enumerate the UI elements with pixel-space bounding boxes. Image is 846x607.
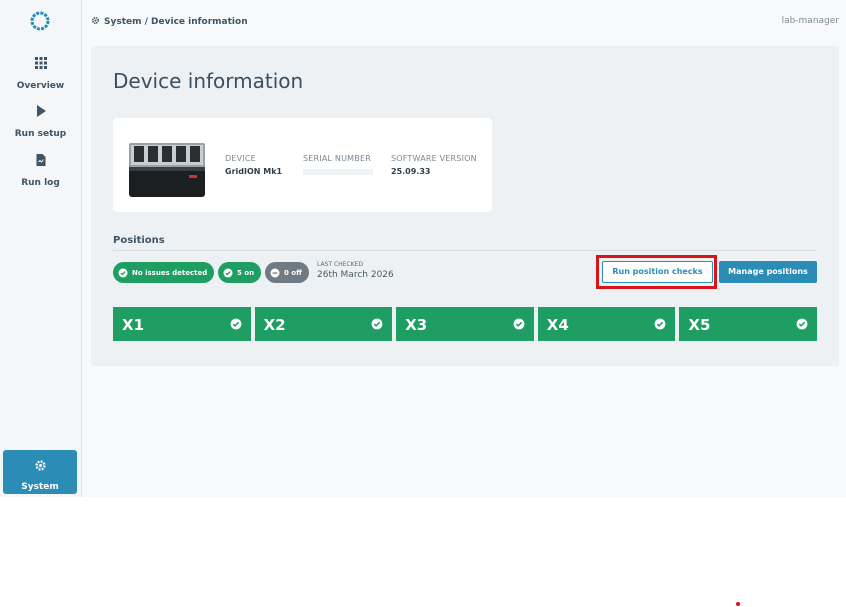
serial-value bbox=[303, 169, 373, 175]
sidebar-item-run-setup[interactable]: Run setup bbox=[0, 104, 81, 140]
sidebar-item-label: Run log bbox=[21, 178, 60, 188]
breadcrumb: System / Device information bbox=[91, 16, 248, 27]
position-tile-x4[interactable]: X4 bbox=[537, 307, 676, 341]
position-name: X3 bbox=[405, 316, 428, 334]
grid-icon bbox=[34, 57, 47, 69]
software-label: SOFTWARE VERSION bbox=[391, 154, 477, 163]
top-bar: System / Device information lab-manager bbox=[82, 0, 846, 44]
position-name: X5 bbox=[688, 316, 711, 334]
document-icon bbox=[36, 154, 45, 166]
device-card: DEVICE GridION Mk1 SERIAL NUMBER SOFTWAR… bbox=[113, 118, 492, 212]
main-content: Device information DEVICE GridION Mk1 SE… bbox=[91, 46, 839, 366]
logo-icon bbox=[30, 11, 50, 31]
position-name: X1 bbox=[122, 316, 145, 334]
check-circle-icon bbox=[513, 318, 525, 330]
minus-circle-icon bbox=[270, 268, 280, 277]
sidebar-item-label: System bbox=[21, 482, 59, 492]
divider bbox=[113, 250, 816, 251]
software-value: 25.09.33 bbox=[391, 167, 431, 176]
check-circle-icon bbox=[796, 318, 808, 330]
status-badge-label: 5 on bbox=[237, 268, 255, 277]
position-tile-x1[interactable]: X1 bbox=[113, 307, 251, 341]
check-circle-icon bbox=[371, 318, 383, 330]
sidebar-item-overview[interactable]: Overview bbox=[0, 56, 81, 92]
play-icon bbox=[36, 105, 46, 117]
app-window: Overview Run setup Run log System System… bbox=[0, 0, 846, 497]
serial-label: SERIAL NUMBER bbox=[303, 154, 371, 163]
last-checked-label: LAST CHECKED bbox=[317, 261, 363, 268]
page-title: Device information bbox=[113, 69, 304, 93]
status-badge-label: No issues detected bbox=[132, 268, 208, 277]
sidebar-item-run-log[interactable]: Run log bbox=[0, 153, 81, 189]
sidebar-item-system[interactable]: System bbox=[3, 450, 77, 494]
position-name: X4 bbox=[546, 316, 569, 334]
device-value: GridION Mk1 bbox=[225, 167, 283, 176]
last-checked: LAST CHECKED 26th March 2026 bbox=[317, 261, 394, 280]
manage-positions-button[interactable]: Manage positions bbox=[719, 261, 817, 283]
positions-title: Positions bbox=[113, 235, 165, 246]
last-checked-value: 26th March 2026 bbox=[317, 270, 394, 280]
device-image bbox=[129, 143, 205, 197]
check-circle-icon bbox=[230, 318, 241, 330]
sidebar-item-label: Overview bbox=[16, 81, 65, 91]
position-tile-x3[interactable]: X3 bbox=[396, 307, 534, 341]
positions-row: X1 X2 X3 X4 X5 bbox=[113, 307, 817, 341]
sidebar-item-label: Run setup bbox=[14, 129, 67, 139]
device-label: DEVICE bbox=[225, 154, 256, 163]
check-circle-icon bbox=[223, 268, 233, 277]
status-badge-off: 0 off bbox=[265, 262, 309, 283]
check-circle-icon bbox=[118, 268, 128, 277]
serial-field: SERIAL NUMBER bbox=[303, 154, 373, 175]
position-tile-x5[interactable]: X5 bbox=[679, 307, 817, 341]
gear-icon bbox=[91, 16, 100, 25]
check-circle-icon bbox=[654, 318, 666, 330]
status-badge-label: 0 off bbox=[284, 268, 302, 277]
cursor-marker bbox=[736, 602, 740, 606]
breadcrumb-text: System / Device information bbox=[104, 17, 248, 27]
gear-icon bbox=[34, 460, 46, 471]
sidebar: Overview Run setup Run log System bbox=[0, 0, 82, 497]
software-field: SOFTWARE VERSION 25.09.33 bbox=[391, 154, 477, 176]
status-badge-on: 5 on bbox=[218, 262, 262, 283]
status-badge-no-issues: No issues detected bbox=[113, 262, 215, 283]
position-tile-x2[interactable]: X2 bbox=[254, 307, 393, 341]
device-field: DEVICE GridION Mk1 bbox=[225, 154, 282, 176]
run-position-checks-button[interactable]: Run position checks bbox=[602, 261, 713, 283]
user-name[interactable]: lab-manager bbox=[782, 16, 839, 26]
position-name: X2 bbox=[263, 316, 286, 334]
